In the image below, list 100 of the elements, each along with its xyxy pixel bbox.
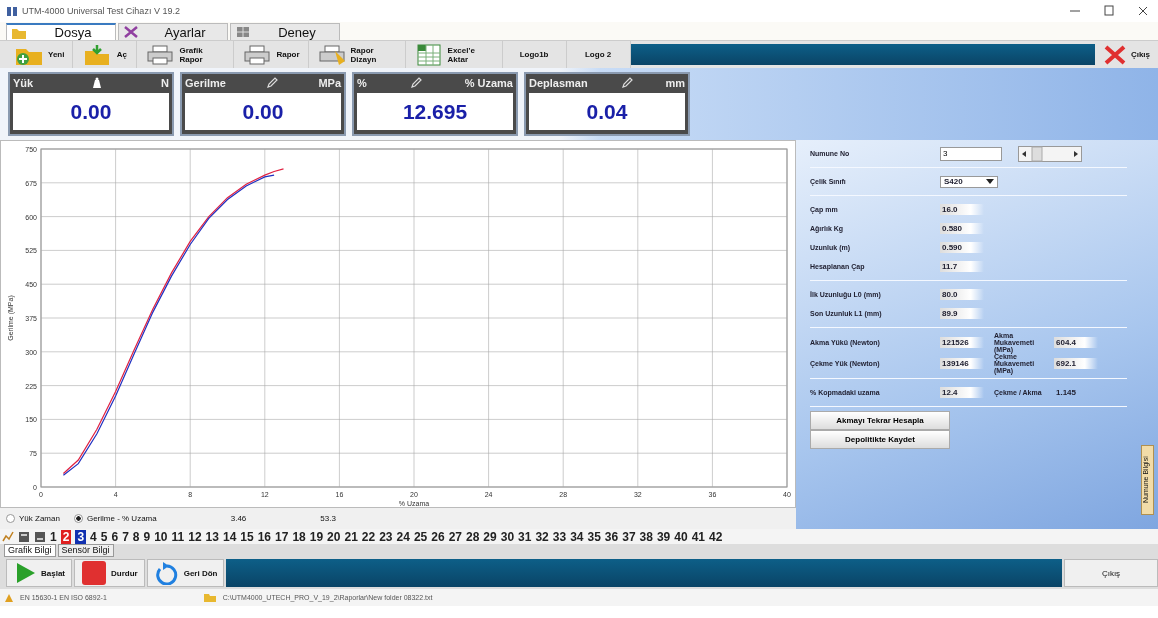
meter-value: 12.695: [357, 93, 513, 130]
weight-icon: [92, 77, 103, 89]
tab[interactable]: Dosya: [6, 23, 116, 40]
field-value: 89.9: [940, 308, 984, 319]
sample-number[interactable]: 21: [344, 529, 358, 544]
sample-number[interactable]: 37: [622, 529, 636, 544]
exit-button[interactable]: Çıkış: [1064, 559, 1158, 587]
sample-number[interactable]: 29: [483, 529, 497, 544]
sample-number[interactable]: 8: [132, 529, 140, 544]
meter-value: 0.00: [13, 93, 169, 130]
circular-arrow-icon: [153, 561, 180, 585]
field-value: 16.0: [940, 204, 984, 215]
sample-number[interactable]: 15: [240, 529, 254, 544]
sample-number[interactable]: 13: [205, 529, 219, 544]
meter-value: 0.00: [185, 93, 341, 130]
exit-button[interactable]: Çıkış: [1094, 41, 1158, 68]
field-value: 11.7: [940, 261, 984, 272]
pencil-icon: [409, 77, 422, 89]
sample-number[interactable]: 4: [90, 529, 97, 544]
radio-button[interactable]: [73, 513, 83, 523]
sample-number[interactable]: 27: [448, 529, 462, 544]
input-field[interactable]: 3: [940, 146, 1002, 161]
pencil-icon: [620, 77, 633, 89]
radio-button[interactable]: [6, 513, 15, 523]
sample-number[interactable]: 18: [292, 529, 306, 544]
sample-number[interactable]: 34: [570, 529, 584, 544]
sample-number[interactable]: 1: [50, 529, 57, 544]
sample-number[interactable]: 38: [639, 529, 653, 544]
sample-number[interactable]: 36: [604, 529, 619, 544]
sample-number[interactable]: 11: [171, 529, 185, 544]
sample-number[interactable]: 39: [656, 529, 671, 544]
tab[interactable]: Deney: [230, 23, 340, 40]
radio-option[interactable]: Yük Zaman: [6, 513, 60, 523]
sample-number[interactable]: 16: [257, 529, 272, 544]
control-button[interactable]: Geri Dön: [146, 559, 225, 587]
tab[interactable]: Grafik Bilgi: [4, 544, 56, 557]
tab[interactable]: Sensör Bilgi: [57, 544, 114, 557]
field-value: 604.4: [1054, 337, 1098, 348]
sample-number[interactable]: 40: [674, 529, 688, 544]
sample-number[interactable]: 22: [361, 529, 376, 544]
readout-value: 3.46: [230, 513, 247, 523]
readout-value: 53.3: [320, 513, 336, 523]
meter-label: Yük: [13, 77, 34, 89]
sample-number[interactable]: 42: [709, 529, 723, 544]
scroll-bar[interactable]: [1018, 145, 1082, 162]
grid-icon: [235, 25, 251, 39]
sample-number[interactable]: 2: [60, 529, 72, 544]
sample-number[interactable]: 6: [111, 529, 119, 544]
pencil-icon: [266, 77, 279, 89]
meter-label: Gerilme: [185, 77, 226, 89]
field-value: 1.145: [1055, 387, 1078, 398]
meter-value: 0.04: [529, 93, 685, 130]
action-button[interactable]: Akmayı Tekrar Hesapla: [810, 411, 950, 430]
close-icon: [1102, 43, 1127, 66]
app-icon: [6, 5, 18, 17]
action-button[interactable]: Depolitikte Kaydet: [810, 430, 950, 449]
stop-icon: [81, 560, 107, 586]
sample-number[interactable]: 24: [396, 529, 410, 544]
control-button[interactable]: Durdur: [74, 559, 145, 587]
sample-number[interactable]: 26: [431, 529, 445, 544]
field-value: 0.580: [940, 223, 984, 234]
window-title: UTM-4000 Universal Test Cihazı V 19.2: [22, 6, 180, 16]
sample-number[interactable]: 32: [535, 529, 549, 544]
field-value: 692.1: [1054, 358, 1098, 369]
sample-number[interactable]: 10: [154, 529, 168, 544]
caret-icon: [986, 178, 994, 185]
sample-number[interactable]: 31: [518, 529, 532, 544]
control-button[interactable]: Başlat: [6, 559, 72, 587]
sample-number[interactable]: 9: [143, 529, 151, 544]
meter-unit: % Uzama: [464, 77, 513, 89]
sample-number[interactable]: 35: [587, 529, 601, 544]
sample-number[interactable]: 30: [500, 529, 515, 544]
sample-number[interactable]: 28: [466, 529, 480, 544]
sample-number[interactable]: 25: [413, 529, 428, 544]
meter-unit: mm: [665, 77, 685, 89]
sample-number[interactable]: 23: [379, 529, 393, 544]
sample-number[interactable]: 19: [309, 529, 324, 544]
sample-number[interactable]: 33: [552, 529, 567, 544]
sample-number[interactable]: 3: [75, 529, 87, 544]
sample-number[interactable]: 12: [188, 529, 202, 544]
field-value: 121526: [940, 337, 984, 348]
meter-label: Deplasman: [529, 77, 588, 89]
display-icon[interactable]: [18, 530, 30, 543]
chart-icon[interactable]: [2, 530, 14, 543]
warning-icon: [4, 592, 14, 603]
display-icon[interactable]: [34, 530, 46, 543]
radio-option[interactable]: Gerilme - % Uzama: [73, 513, 157, 523]
folder-icon: [202, 592, 217, 603]
field-value: 139146: [940, 358, 984, 369]
sample-number[interactable]: 17: [275, 529, 289, 544]
meter-unit: MPa: [318, 77, 341, 89]
sample-number[interactable]: 41: [691, 529, 705, 544]
field-value: 80.0: [940, 289, 984, 300]
field-value: 12.4: [940, 387, 984, 398]
sample-number[interactable]: 20: [327, 529, 341, 544]
sample-number[interactable]: 5: [100, 529, 108, 544]
tab[interactable]: Ayarlar: [118, 23, 228, 40]
dropdown[interactable]: S420: [940, 175, 998, 188]
sample-number[interactable]: 14: [222, 529, 237, 544]
sample-number[interactable]: 7: [122, 529, 129, 544]
